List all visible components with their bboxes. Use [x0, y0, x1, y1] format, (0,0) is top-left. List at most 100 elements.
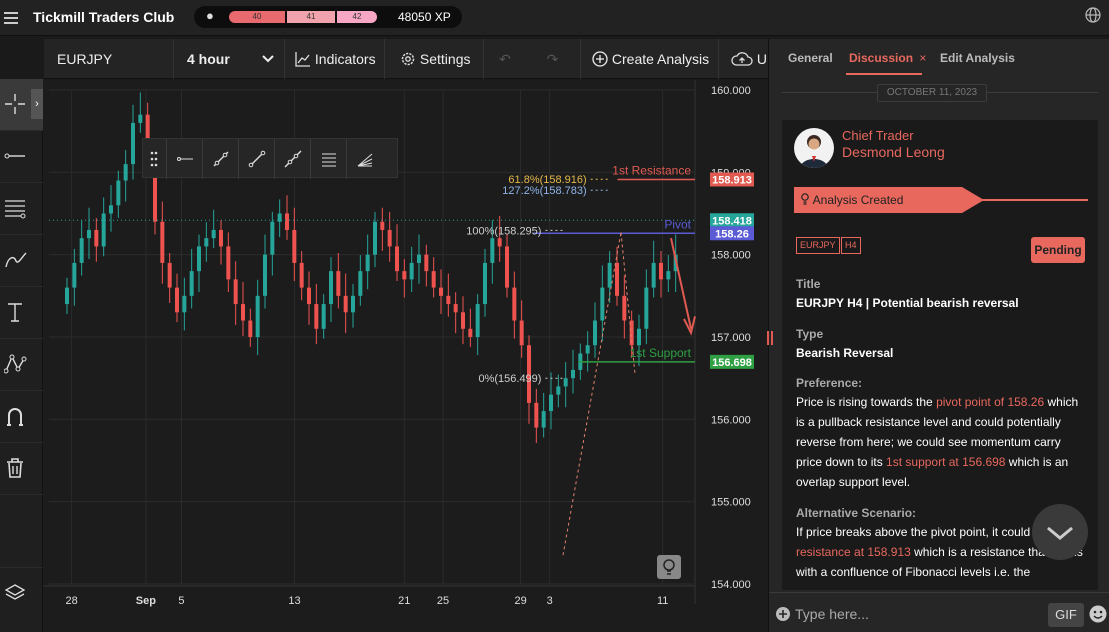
- date-label: OCTOBER 11, 2023: [877, 84, 987, 102]
- scroll-down-button[interactable]: [1032, 504, 1088, 560]
- settings-button[interactable]: Settings: [385, 39, 484, 79]
- candle-body: [651, 262, 656, 288]
- candle-body: [497, 238, 502, 247]
- plus-circle-icon: [592, 51, 608, 67]
- xp-progress: ● 40 41 42 48050 XP: [194, 6, 462, 28]
- active-tab-indicator: [846, 73, 922, 75]
- undo-icon[interactable]: ↶: [499, 51, 511, 67]
- create-analysis-button[interactable]: Create Analysis: [581, 39, 719, 79]
- x-tick-label: Sep: [136, 595, 156, 607]
- candle-body: [373, 221, 377, 255]
- trend-line-tool[interactable]: [203, 139, 239, 179]
- close-icon[interactable]: ×: [919, 51, 926, 65]
- candle-body: [123, 164, 128, 181]
- drag-handle[interactable]: [143, 139, 167, 179]
- candle-body: [219, 229, 223, 247]
- trash-tool[interactable]: [0, 443, 43, 495]
- x-tick-label: 29: [514, 595, 526, 607]
- timeframe-select[interactable]: 4 hour: [174, 39, 285, 79]
- lightbulb-glyph: [663, 559, 675, 575]
- tab-discussion[interactable]: Discussion ×: [849, 51, 926, 65]
- candle-body: [204, 238, 209, 247]
- parallel-channel-tool[interactable]: [311, 139, 347, 179]
- tab-edit-analysis[interactable]: Edit Analysis: [940, 51, 1015, 65]
- fibonacci-tool[interactable]: [0, 183, 43, 235]
- candle-body: [395, 246, 399, 272]
- redo-icon[interactable]: ↷: [547, 51, 559, 67]
- candle-body: [387, 229, 392, 247]
- cloud-upload-icon: [731, 52, 753, 66]
- discussion-panel: General Discussion × Edit Analysis OCTOB…: [767, 39, 1109, 632]
- level-segment-3: 42: [337, 11, 377, 23]
- plus-icon[interactable]: [776, 607, 790, 621]
- horizontal-line-tool[interactable]: [0, 131, 43, 183]
- candle-body: [241, 304, 245, 321]
- preference-text-1: Price is rising towards the: [796, 395, 937, 409]
- candle-body: [263, 254, 267, 296]
- candle-body: [409, 262, 414, 280]
- avatar[interactable]: [794, 128, 834, 168]
- fibonacci-label: 0%(156.499): [478, 373, 541, 385]
- segment-tool[interactable]: [239, 139, 275, 179]
- x-tick-label: 11: [657, 595, 668, 607]
- text-tool[interactable]: [0, 287, 43, 339]
- candle-body: [351, 295, 355, 313]
- candle-body: [637, 328, 641, 346]
- candle-body: [321, 304, 326, 329]
- extended-line-tool[interactable]: [275, 139, 311, 179]
- candle-body: [211, 229, 216, 239]
- lightbulb-icon[interactable]: [657, 555, 681, 579]
- y-tick-label: 156.000: [711, 414, 751, 426]
- horizontal-line-icon: [4, 153, 25, 159]
- top-bar: Tickmill Traders Club ● 40 41 42 48050 X…: [0, 0, 1109, 36]
- candle-body: [512, 287, 517, 321]
- candle-body: [285, 213, 289, 230]
- title-label: Title: [796, 277, 821, 291]
- emoji-icon[interactable]: [1089, 605, 1107, 623]
- fib-fan-tool[interactable]: [347, 139, 383, 179]
- author-name[interactable]: Desmond Leong: [842, 144, 945, 160]
- candle-body: [607, 262, 612, 288]
- gif-button[interactable]: GIF: [1048, 603, 1084, 627]
- candle-body: [593, 320, 597, 346]
- crosshair-icon: [5, 94, 25, 114]
- brush-icon: [5, 252, 27, 268]
- magnet-tool[interactable]: [0, 391, 43, 443]
- candle-body: [233, 279, 238, 305]
- candle-body: [483, 262, 487, 305]
- candle-body: [343, 295, 348, 313]
- banner-line: [977, 199, 1088, 201]
- level-name: 1st Support: [630, 346, 692, 360]
- segment-icon: [248, 150, 266, 168]
- menu-icon[interactable]: [4, 9, 18, 25]
- candle-body: [615, 262, 619, 296]
- candle-body: [453, 304, 458, 313]
- candle-body: [336, 271, 341, 296]
- message-input[interactable]: [795, 603, 1045, 625]
- price-chart[interactable]: 160.000159.000158.000157.000156.000155.0…: [43, 80, 768, 632]
- indicators-label: Indicators: [314, 51, 376, 67]
- ray-tool[interactable]: [167, 139, 203, 179]
- analysis-created-label: Analysis Created: [812, 193, 904, 207]
- parallel-channel-icon: [322, 153, 336, 167]
- y-tick-label: 155.000: [711, 497, 751, 509]
- brush-tool[interactable]: [0, 235, 43, 287]
- y-tick-label: 157.000: [711, 332, 751, 344]
- undo-redo-group: ↶ ↷: [484, 39, 581, 79]
- layers-tool[interactable]: [0, 567, 43, 619]
- status-badge[interactable]: Pending: [1031, 237, 1085, 263]
- candle-body: [131, 122, 135, 165]
- candle-body: [182, 295, 187, 313]
- globe-icon[interactable]: [1085, 7, 1101, 23]
- symbol-selector[interactable]: EURJPY: [44, 39, 174, 79]
- pattern-tool[interactable]: [0, 339, 43, 391]
- sidebar-expand-button[interactable]: ›: [31, 89, 43, 119]
- type-label: Type: [796, 327, 824, 341]
- indicators-button[interactable]: Indicators: [285, 39, 385, 79]
- upload-button[interactable]: U: [719, 39, 768, 79]
- app-title: Tickmill Traders Club: [33, 9, 175, 25]
- tab-general[interactable]: General: [788, 51, 833, 65]
- candle-body: [424, 254, 429, 272]
- crosshair-tool[interactable]: ›: [0, 79, 43, 131]
- panel-resize-handle[interactable]: [767, 331, 773, 345]
